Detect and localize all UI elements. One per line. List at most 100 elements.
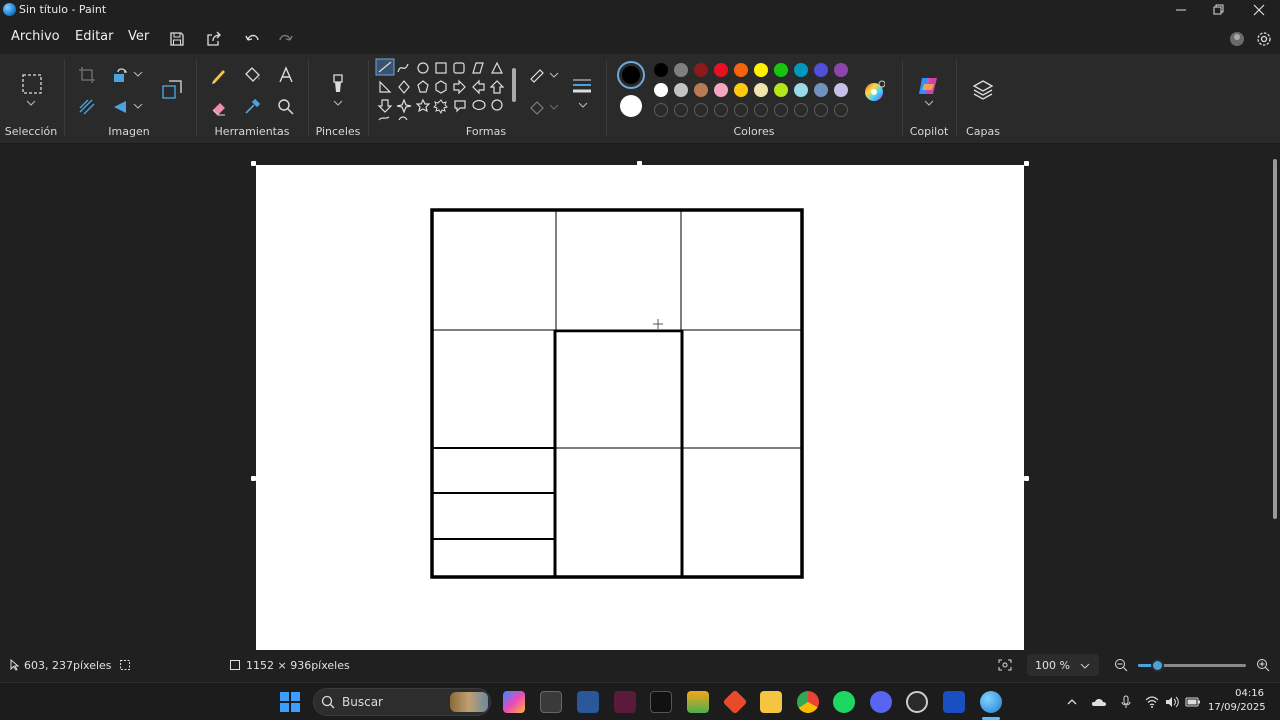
file-explorer-icon[interactable] xyxy=(760,691,782,713)
share-button[interactable] xyxy=(201,26,227,52)
volume-icon[interactable] xyxy=(1165,696,1179,708)
secondary-color[interactable] xyxy=(620,95,642,117)
shapes-gallery[interactable] xyxy=(375,58,515,122)
color-swatch[interactable] xyxy=(794,83,808,97)
color-swatch[interactable] xyxy=(774,83,788,97)
copilot-app-icon[interactable] xyxy=(503,691,525,713)
resize-handle[interactable] xyxy=(251,476,256,481)
color-swatch[interactable] xyxy=(694,83,708,97)
color-swatch[interactable] xyxy=(754,83,768,97)
restore-button[interactable] xyxy=(1200,0,1238,20)
custom-color-slot[interactable] xyxy=(774,103,788,117)
store-app-icon[interactable] xyxy=(540,691,562,713)
outline-button[interactable] xyxy=(526,64,548,86)
zoom-out-icon[interactable] xyxy=(1114,658,1128,672)
custom-color-slot[interactable] xyxy=(734,103,748,117)
undo-button[interactable] xyxy=(239,26,265,52)
custom-color-slot[interactable] xyxy=(794,103,808,117)
color-swatch[interactable] xyxy=(834,63,848,77)
resize-handle[interactable] xyxy=(251,161,256,166)
menu-file[interactable]: Archivo xyxy=(11,29,60,44)
flip-button[interactable] xyxy=(110,96,132,118)
fill-tool[interactable] xyxy=(241,64,263,86)
shapes-scrollbar[interactable] xyxy=(512,68,516,102)
edit-colors-button[interactable] xyxy=(863,79,887,103)
zoom-slider[interactable] xyxy=(1138,659,1246,672)
taskbar-search[interactable]: Buscar xyxy=(313,688,491,716)
resize-handle[interactable] xyxy=(1024,476,1029,481)
microphone-icon[interactable] xyxy=(1120,695,1132,709)
scrollbar-thumb[interactable] xyxy=(1273,159,1277,519)
stroke-size-dropdown[interactable] xyxy=(576,100,590,110)
word-app-icon[interactable] xyxy=(577,691,599,713)
selection-dropdown[interactable] xyxy=(24,98,38,108)
color-swatch[interactable] xyxy=(734,63,748,77)
color-swatch[interactable] xyxy=(734,83,748,97)
magnifier-tool[interactable] xyxy=(275,96,297,118)
clock-date[interactable]: 17/09/2025 xyxy=(1208,702,1266,713)
settings-button[interactable] xyxy=(1251,26,1277,52)
steam-app-icon[interactable] xyxy=(906,691,928,713)
color-swatch[interactable] xyxy=(694,63,708,77)
zoom-in-icon[interactable] xyxy=(1256,658,1270,672)
brushes-dropdown[interactable] xyxy=(331,98,345,108)
stroke-size-button[interactable] xyxy=(570,74,594,98)
color-swatch[interactable] xyxy=(814,83,828,97)
brushes-button[interactable] xyxy=(326,72,350,96)
paint-app-icon[interactable] xyxy=(980,691,1002,713)
affinity-app-icon[interactable] xyxy=(614,691,636,713)
text-tool[interactable] xyxy=(275,64,297,86)
wifi-icon[interactable] xyxy=(1145,696,1159,708)
close-button[interactable] xyxy=(1240,0,1278,20)
fill-style-button[interactable] xyxy=(526,96,548,118)
color-swatch[interactable] xyxy=(774,63,788,77)
pencil-tool[interactable] xyxy=(208,64,230,86)
rotate-dropdown[interactable] xyxy=(132,68,144,80)
windows-start-icon[interactable] xyxy=(280,692,300,712)
color-swatch[interactable] xyxy=(654,63,668,77)
layers-button[interactable] xyxy=(971,78,995,102)
redo-button[interactable] xyxy=(273,26,299,52)
capcut-app-icon[interactable] xyxy=(650,691,672,713)
custom-color-slot[interactable] xyxy=(754,103,768,117)
selection-tool[interactable] xyxy=(20,72,44,96)
custom-color-slot[interactable] xyxy=(654,103,668,117)
custom-color-slot[interactable] xyxy=(714,103,728,117)
discord-app-icon[interactable] xyxy=(870,691,892,713)
eraser-tool[interactable] xyxy=(208,96,230,118)
chrome-app-icon[interactable] xyxy=(797,691,819,713)
fl-studio-app-icon[interactable] xyxy=(687,691,709,713)
resize-handle[interactable] xyxy=(637,161,642,166)
clock-time[interactable]: 04:16 xyxy=(1208,688,1264,699)
git-app-icon[interactable] xyxy=(722,689,748,715)
onedrive-icon[interactable] xyxy=(1091,696,1107,708)
custom-color-slot[interactable] xyxy=(694,103,708,117)
color-swatch[interactable] xyxy=(814,63,828,77)
spotify-app-icon[interactable] xyxy=(833,691,855,713)
minimize-button[interactable] xyxy=(1162,0,1200,20)
custom-color-slot[interactable] xyxy=(814,103,828,117)
drawing-canvas[interactable] xyxy=(256,165,1024,650)
zoom-slider-thumb[interactable] xyxy=(1151,659,1164,672)
copilot-button[interactable] xyxy=(916,74,940,98)
revit-app-icon[interactable] xyxy=(943,691,965,713)
account-avatar[interactable] xyxy=(1224,26,1250,52)
fit-to-window-icon[interactable] xyxy=(998,659,1012,671)
custom-color-slot[interactable] xyxy=(674,103,688,117)
vertical-scrollbar[interactable] xyxy=(1270,145,1280,650)
color-swatch[interactable] xyxy=(654,83,668,97)
zoom-select[interactable]: 100 % xyxy=(1027,654,1099,676)
color-swatch[interactable] xyxy=(834,83,848,97)
battery-icon[interactable] xyxy=(1185,696,1201,708)
fill-style-dropdown[interactable] xyxy=(548,101,560,113)
color-swatch[interactable] xyxy=(754,63,768,77)
menu-edit[interactable]: Editar xyxy=(75,29,114,44)
outline-dropdown[interactable] xyxy=(548,69,560,81)
color-swatch[interactable] xyxy=(674,83,688,97)
remove-background-button[interactable] xyxy=(76,96,98,118)
menu-view[interactable]: Ver xyxy=(128,29,149,44)
copilot-dropdown[interactable] xyxy=(922,98,936,108)
color-swatch[interactable] xyxy=(674,63,688,77)
color-swatch[interactable] xyxy=(714,83,728,97)
save-button[interactable] xyxy=(164,26,190,52)
